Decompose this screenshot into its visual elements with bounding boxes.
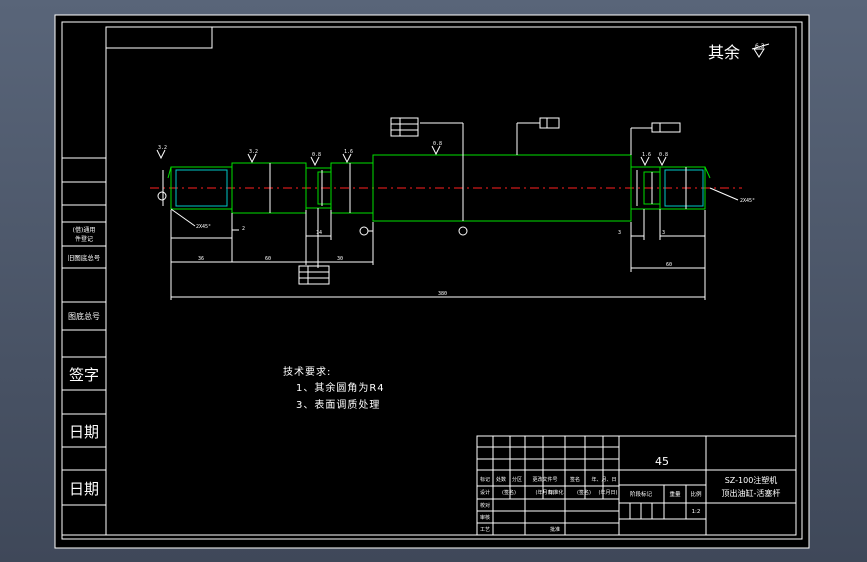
header-cell-4: 签名	[570, 476, 580, 483]
row2-cell-4: (签名)	[577, 489, 591, 496]
side-label-borrow-1: (借)通用	[73, 226, 96, 234]
tech-req-item2: 3、表面调质处理	[296, 398, 380, 411]
svg-text:0.8: 0.8	[433, 141, 442, 147]
side-label-date2: 日期	[69, 480, 99, 498]
svg-text:0.8: 0.8	[659, 152, 668, 158]
row5-label: 工艺	[480, 527, 490, 533]
tech-req-item1: 1、其余圆角为R4	[296, 381, 385, 394]
side-label-old-drawing: 旧图底总号	[68, 253, 101, 262]
header-cell-5: 年、月、日	[591, 476, 616, 483]
row2-cell-0: 设计	[480, 489, 490, 496]
drawing-title-line1: SZ-100注塑机	[725, 475, 778, 485]
header-cell-0: 标记	[480, 476, 490, 483]
cad-viewport[interactable]: (借)通用 件登记 旧图底总号 图底总号 签字 日期 日期 其余 6.3 3.2…	[0, 0, 867, 562]
overall-length-label: 380	[438, 291, 447, 297]
side-label-signature: 签字	[69, 366, 99, 384]
header-cell-1: 处数	[496, 476, 506, 483]
side-label-borrow-2: 件登记	[75, 235, 93, 243]
svg-text:1.6: 1.6	[344, 149, 353, 155]
chamfer-right-label: 2X45°	[740, 198, 755, 204]
drawing-title-line2: 顶出油缸-活塞杆	[722, 488, 781, 498]
scale-label: 比例	[690, 490, 702, 498]
row5-approve: 批准	[550, 526, 560, 533]
weight-label: 重量	[669, 490, 681, 498]
roughness-note-text: 其余	[708, 43, 740, 62]
stage-mark-label: 阶段标记	[630, 490, 653, 498]
header-cell-2: 分区	[512, 476, 522, 483]
svg-text:3.2: 3.2	[249, 149, 258, 155]
drawing-canvas[interactable]: (借)通用 件登记 旧图底总号 图底总号 签字 日期 日期 其余 6.3 3.2…	[0, 0, 867, 562]
chamfer-left-label: 2X45°	[196, 224, 211, 230]
row3-label: 校对	[480, 502, 490, 509]
dim-3b-label: 3	[662, 230, 665, 236]
tech-req-title: 技术要求:	[283, 365, 331, 378]
material-label: 45	[655, 455, 669, 468]
row2-cell-5: (年月日)	[599, 489, 618, 496]
header-cell-3: 更改文件号	[532, 476, 557, 483]
dim-2-label: 2	[242, 226, 245, 232]
side-label-date1: 日期	[69, 423, 99, 441]
dim-36-label: 36	[198, 256, 204, 262]
dim-14-label: 14	[316, 230, 322, 236]
row4-label: 审核	[480, 514, 490, 521]
svg-text:1.6: 1.6	[642, 152, 651, 158]
row2-cell-1: (签名)	[502, 489, 516, 496]
scale-value: 1:2	[692, 509, 701, 515]
dim-60b-label: 60	[666, 262, 672, 268]
dim-30-label: 30	[337, 256, 343, 262]
row2-cell-3: 标准化	[548, 489, 563, 496]
sheet-outer-border	[54, 14, 810, 549]
dim-60-label: 60	[265, 256, 271, 262]
svg-text:3.2: 3.2	[158, 145, 167, 151]
dim-3a-label: 3	[618, 230, 621, 236]
side-label-base-number: 图底总号	[68, 311, 100, 321]
svg-text:0.8: 0.8	[312, 152, 321, 158]
